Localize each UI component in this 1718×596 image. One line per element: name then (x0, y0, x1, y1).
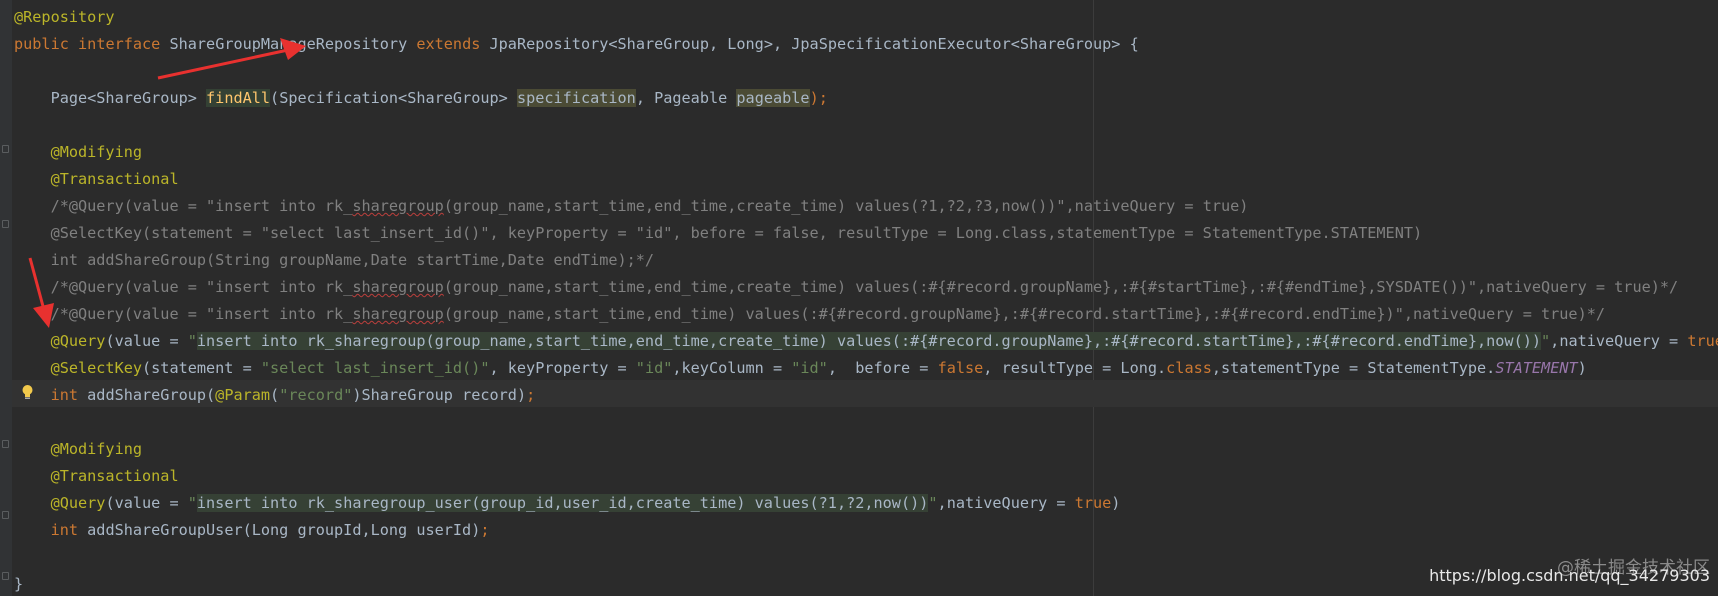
code-token: @Query (14, 332, 106, 350)
code-token: (value = (105, 332, 188, 350)
code-token: ) (1111, 494, 1121, 512)
code-token: Page<ShareGroup> (14, 89, 207, 107)
code-token: addShareGroupUser(Long groupId,Long user… (78, 521, 481, 539)
code-token: } (14, 575, 24, 593)
code-token: " (1541, 332, 1551, 350)
code-token: true (1687, 332, 1718, 350)
code-line[interactable]: @Modifying (14, 436, 142, 463)
code-token: (value = (105, 494, 188, 512)
fold-marker[interactable] (2, 145, 9, 153)
code-token: sharegroup (352, 197, 444, 215)
code-token: ,nativeQuery = (937, 494, 1075, 512)
code-line[interactable]: int addShareGroupUser(Long groupId,Long … (14, 517, 490, 544)
code-token: , before = (827, 359, 938, 377)
code-token: "id" (791, 359, 828, 377)
code-token: ,nativeQuery = (1550, 332, 1688, 350)
code-token: /*@Query(value = "insert into rk_ (14, 278, 353, 296)
code-token: sharegroup (352, 305, 444, 323)
code-line[interactable]: @Transactional (14, 166, 179, 193)
code-token: public (14, 35, 69, 53)
code-token: @SelectKey(statement = "select last_inse… (14, 224, 1423, 242)
code-token: true (1074, 494, 1112, 512)
code-token: insert into rk_sharegroup_user(group_id,… (196, 494, 929, 512)
code-token: @Transactional (14, 467, 179, 485)
code-line[interactable]: Page<ShareGroup> findAll(Specification<S… (14, 85, 828, 112)
code-token: (group_name,start_time,end_time,create_t… (443, 278, 1679, 296)
code-line[interactable]: @SelectKey(statement = "select last_inse… (14, 220, 1423, 247)
code-token: )ShareGroup record) (352, 386, 527, 404)
fold-marker[interactable] (2, 440, 9, 448)
code-token: pageable (736, 89, 810, 107)
fold-marker[interactable] (2, 511, 9, 519)
code-line[interactable]: int addShareGroup(@Param("record")ShareG… (14, 382, 536, 409)
code-token: , Pageable (635, 89, 737, 107)
code-line[interactable]: } (14, 571, 23, 596)
editor-gutter (0, 0, 12, 596)
code-token: extends (416, 35, 481, 53)
code-token: @Modifying (14, 143, 143, 161)
code-token: ) (1577, 359, 1587, 377)
code-token: @Modifying (14, 440, 143, 458)
code-token: @Transactional (14, 170, 179, 188)
code-token: @Param (215, 386, 271, 404)
code-token: int addShareGroup(String groupName,Date … (14, 251, 655, 269)
code-line[interactable]: @Query(value = "insert into rk_sharegrou… (14, 328, 1718, 355)
code-token: "id" (635, 359, 673, 377)
code-line[interactable]: /*@Query(value = "insert into rk_sharegr… (14, 193, 1249, 220)
code-token: int (50, 521, 79, 539)
code-token: sharegroup (352, 278, 444, 296)
code-token: class (1166, 359, 1212, 377)
code-token: /*@Query(value = "insert into rk_ (14, 197, 353, 215)
code-token: (group_name,start_time,end_time) values(… (443, 305, 1606, 323)
code-token: ; (480, 521, 490, 539)
code-token: /*@Query(value = "insert into rk_ (14, 305, 353, 323)
code-editor[interactable]: @Repository public interface ShareGroupMa… (0, 0, 1718, 596)
code-token: "select last_insert_id()" (260, 359, 490, 377)
code-token: insert into rk_sharegroup(group_name,sta… (196, 332, 1542, 350)
code-token: " (187, 494, 197, 512)
fold-marker[interactable] (2, 220, 9, 228)
code-token: "record" (279, 386, 353, 404)
code-token: interface (78, 35, 161, 53)
code-token: ShareGroupManageRepository (160, 35, 417, 53)
code-token: (Specification<ShareGroup> (270, 89, 517, 107)
code-token: ( (270, 386, 280, 404)
code-token: " (928, 494, 938, 512)
code-token: ,statementType = StatementType. (1211, 359, 1496, 377)
code-token: , keyProperty = (489, 359, 636, 377)
code-token: addShareGroup( (78, 386, 216, 404)
code-token: (group_name,start_time,end_time,create_t… (443, 197, 1249, 215)
watermark-url: https://blog.csdn.net/qq_34279303 (1429, 566, 1710, 585)
code-token: false (937, 359, 984, 377)
code-line[interactable]: @SelectKey(statement = "select last_inse… (14, 355, 1587, 382)
code-line[interactable]: int addShareGroup(String groupName,Date … (14, 247, 655, 274)
code-token: specification (516, 89, 636, 107)
code-line[interactable]: @Transactional (14, 463, 179, 490)
code-line[interactable]: /*@Query(value = "insert into rk_sharegr… (14, 274, 1679, 301)
code-line[interactable]: /*@Query(value = "insert into rk_sharegr… (14, 301, 1605, 328)
code-token: , resultType = Long. (983, 359, 1167, 377)
code-token: @Repository (14, 8, 115, 26)
code-token: ; (526, 386, 536, 404)
code-token: JpaRepository<ShareGroup, Long>, JpaSpec… (480, 35, 1139, 53)
code-token: int (50, 386, 79, 404)
code-token: ); (809, 89, 828, 107)
fold-marker[interactable] (2, 572, 9, 580)
lightbulb-icon[interactable] (21, 384, 34, 401)
code-line[interactable]: @Repository (14, 4, 115, 31)
code-token: findAll (206, 89, 271, 107)
code-token: @Query (14, 494, 106, 512)
code-token: ,keyColumn = (672, 359, 792, 377)
code-token: STATEMENT (1495, 359, 1578, 377)
code-token: @SelectKey (14, 359, 143, 377)
code-token: (statement = (142, 359, 261, 377)
code-line[interactable]: @Modifying (14, 139, 142, 166)
code-line[interactable]: @Query(value = "insert into rk_sharegrou… (14, 490, 1120, 517)
code-line[interactable]: public interface ShareGroupManageReposit… (14, 31, 1139, 58)
code-token: " (187, 332, 197, 350)
